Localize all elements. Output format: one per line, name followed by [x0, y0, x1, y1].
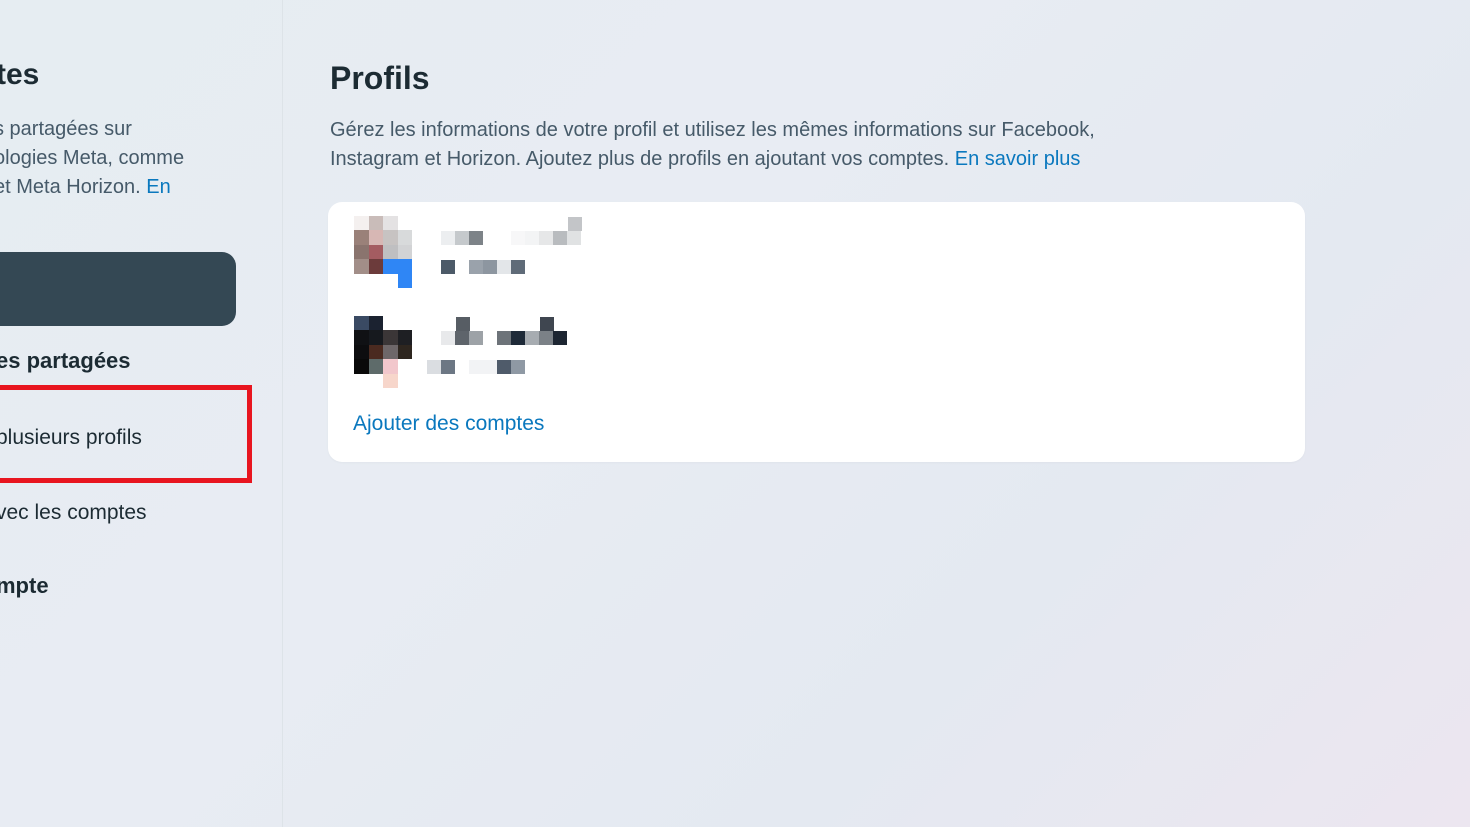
sidebar-dark-button[interactable] — [0, 252, 236, 326]
profile-name-redacted-part — [470, 217, 582, 231]
profiles-card: Ajouter des comptes — [328, 202, 1305, 462]
profile-name-redacted — [441, 231, 581, 245]
sidebar-description-text: et Meta Horizon. — [0, 176, 141, 198]
profile-name-redacted-part — [456, 317, 554, 331]
sidebar-item-profiles[interactable]: plusieurs profils — [0, 426, 142, 450]
sidebar-title: tes — [0, 58, 40, 91]
avatar — [354, 316, 412, 388]
sidebar-item-account[interactable]: mpte — [0, 573, 49, 599]
page-description-text: Instagram et Horizon. Ajoutez plus de pr… — [330, 148, 950, 170]
profile-subtitle-redacted — [441, 260, 525, 274]
profile-row[interactable] — [354, 216, 954, 288]
sidebar-description-line: s partagées sur — [0, 118, 132, 140]
page-description-line: Instagram et Horizon. Ajoutez plus de pr… — [330, 145, 1230, 174]
profile-name-redacted — [441, 331, 567, 345]
page-description-line: Gérez les informations de votre profil e… — [330, 119, 1095, 141]
sidebar-item-accounts[interactable]: vec les comptes — [0, 501, 147, 525]
add-accounts-link[interactable]: Ajouter des comptes — [353, 412, 544, 436]
sidebar-description-line: ologies Meta, comme — [0, 147, 185, 169]
page-title: Profils — [330, 60, 430, 96]
sidebar-description-line: et Meta Horizon. En — [0, 173, 244, 202]
sidebar-description: s partagées sur ologies Meta, comme et M… — [0, 115, 244, 202]
section-heading-shared-info: es partagées — [0, 348, 131, 373]
profile-subtitle-redacted — [427, 360, 525, 374]
sidebar-learn-more-link[interactable]: En — [146, 176, 170, 198]
profile-row[interactable] — [354, 316, 954, 388]
learn-more-link[interactable]: En savoir plus — [955, 148, 1081, 170]
sidebar: tes s partagées sur ologies Meta, comme … — [0, 0, 283, 827]
avatar — [354, 216, 412, 288]
page-description: Gérez les informations de votre profil e… — [330, 116, 1230, 174]
